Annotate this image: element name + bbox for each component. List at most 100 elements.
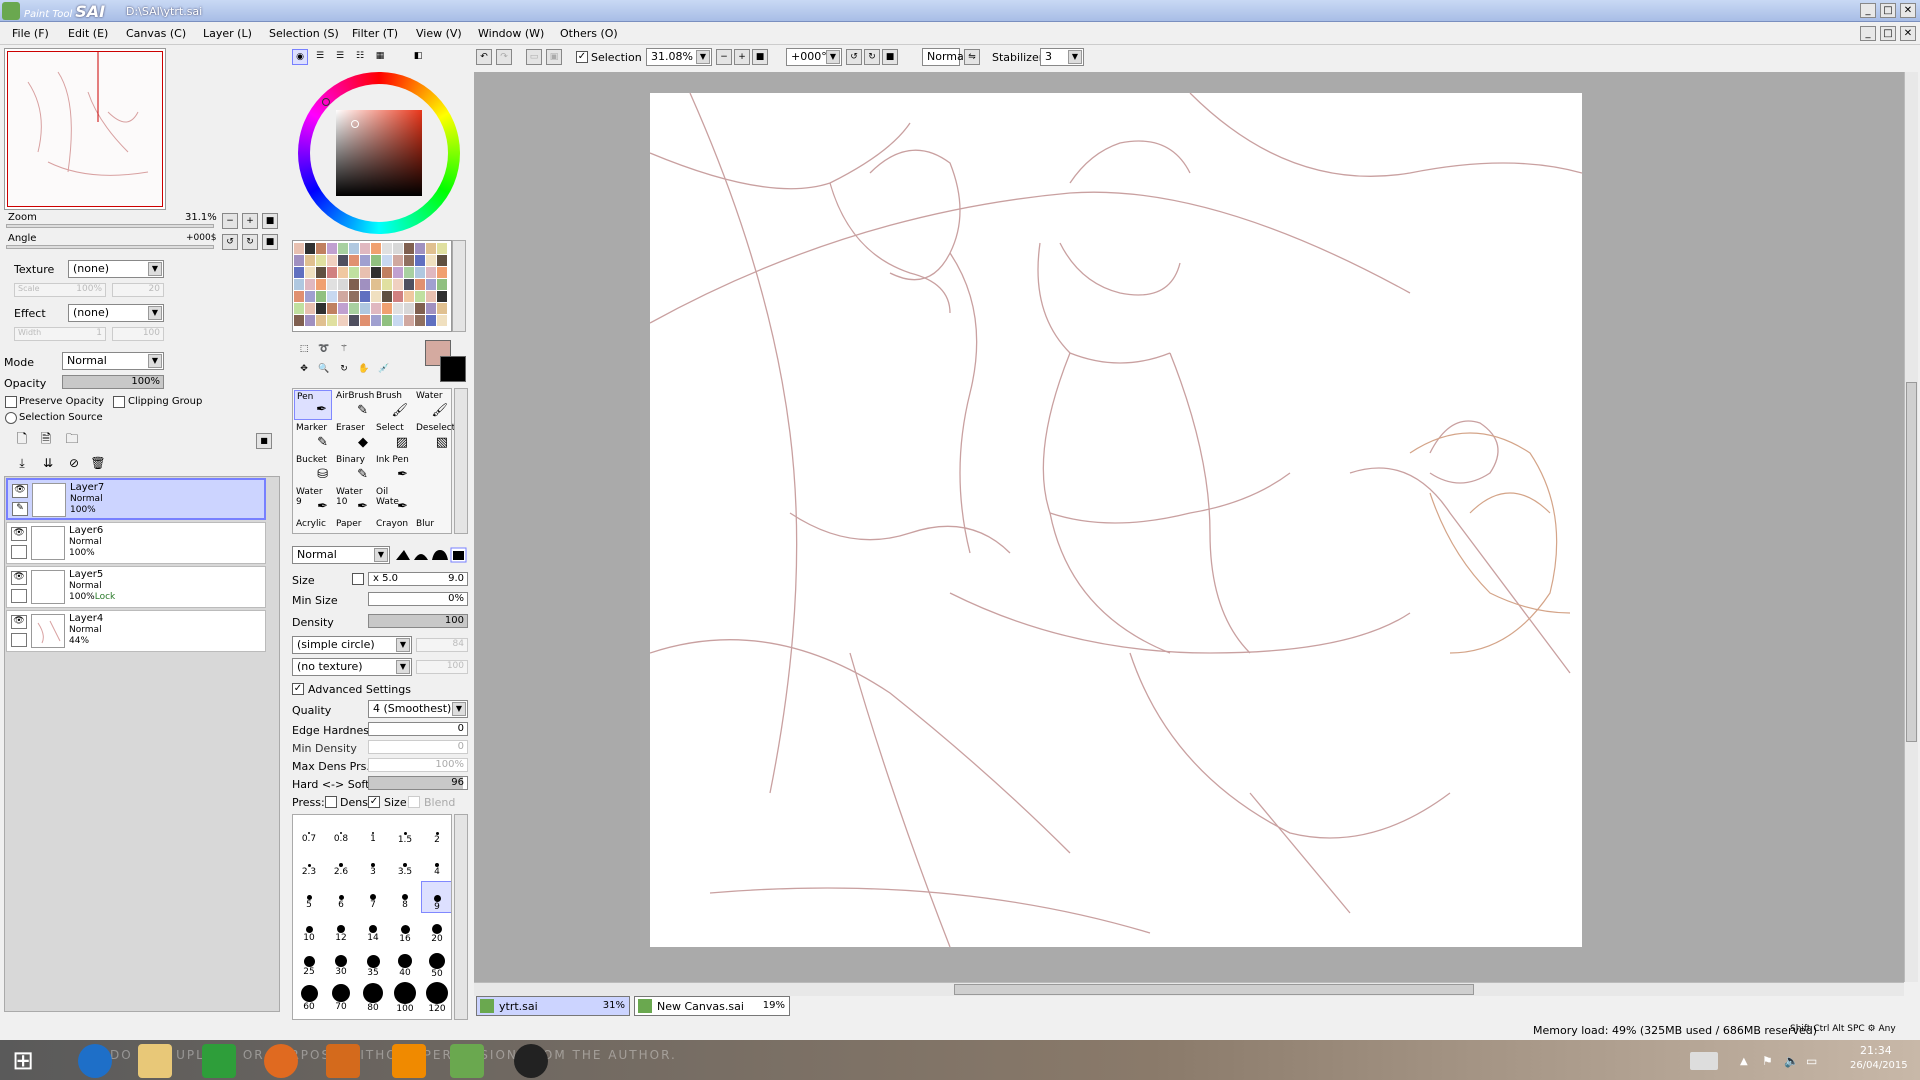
min-size-slider[interactable]: 0% bbox=[368, 592, 468, 606]
firefox-icon[interactable] bbox=[264, 1044, 298, 1078]
rotate-left-button[interactable]: ↺ bbox=[222, 234, 238, 250]
brush-size-preset[interactable]: 30 bbox=[325, 945, 357, 977]
color-swatch[interactable] bbox=[327, 279, 337, 290]
color-swatch[interactable] bbox=[371, 243, 381, 254]
color-swatch[interactable] bbox=[382, 279, 392, 290]
brush-size-preset[interactable]: 25 bbox=[293, 945, 325, 977]
edge-hardness-slider[interactable]: 0 bbox=[368, 722, 468, 736]
volume-icon[interactable]: 🔈 bbox=[1784, 1054, 1800, 1070]
deselect-button-icon[interactable]: ▭ bbox=[526, 49, 542, 65]
color-swatch[interactable] bbox=[294, 279, 304, 290]
color-swatch[interactable] bbox=[382, 243, 392, 254]
color-swatch[interactable] bbox=[294, 267, 304, 278]
view-mode-select[interactable]: Normal bbox=[922, 48, 967, 66]
min-density-slider[interactable]: 0 bbox=[368, 740, 468, 754]
angle-select[interactable]: +000° ▼ bbox=[786, 48, 842, 66]
size-lock-checkbox[interactable] bbox=[352, 573, 364, 585]
store-icon[interactable] bbox=[202, 1044, 236, 1078]
color-swatch[interactable] bbox=[305, 279, 315, 290]
color-swatch[interactable] bbox=[426, 243, 436, 254]
color-swatch[interactable] bbox=[393, 243, 403, 254]
brush-size-preset[interactable]: 4 bbox=[421, 849, 451, 881]
color-swatch[interactable] bbox=[437, 255, 447, 266]
color-swatch[interactable] bbox=[382, 255, 392, 266]
color-swatch[interactable] bbox=[305, 303, 315, 314]
color-wheel-tab-icon[interactable]: ◉ bbox=[292, 49, 308, 65]
navigator-preview[interactable] bbox=[4, 48, 166, 210]
color-swatch[interactable] bbox=[294, 291, 304, 302]
layer-row[interactable]: 👁 ✎ Layer7 Normal 100% bbox=[6, 478, 266, 520]
color-swatch[interactable] bbox=[316, 315, 326, 326]
doc-tab-new-canvas[interactable]: New Canvas.sai 19% bbox=[634, 996, 790, 1016]
tool-water-9[interactable]: Water 9 ✒ bbox=[294, 486, 332, 516]
brush-size-preset[interactable]: 2.3 bbox=[293, 849, 325, 881]
menu-edit[interactable]: Edit (E) bbox=[68, 27, 108, 40]
rotate-right-button[interactable]: ↻ bbox=[242, 234, 258, 250]
tool-brush[interactable]: Brush 🖌 bbox=[374, 390, 412, 420]
maximize-icon[interactable]: □ bbox=[1880, 3, 1896, 18]
color-swatch[interactable] bbox=[426, 279, 436, 290]
vertical-scrollbar[interactable] bbox=[1904, 72, 1918, 982]
color-swatch[interactable] bbox=[437, 291, 447, 302]
color-swatch[interactable] bbox=[426, 255, 436, 266]
color-swatch[interactable] bbox=[327, 255, 337, 266]
visibility-eye-icon[interactable]: 👁 bbox=[11, 527, 27, 541]
color-swatch[interactable] bbox=[360, 267, 370, 278]
preserve-opacity-checkbox[interactable] bbox=[5, 396, 17, 408]
advanced-settings-checkbox[interactable]: ✓ bbox=[292, 683, 304, 695]
color-swatch[interactable] bbox=[393, 291, 403, 302]
brush-size-preset[interactable]: 7 bbox=[357, 881, 389, 913]
brush-size-preset[interactable]: 1.5 bbox=[389, 817, 421, 849]
color-swatch[interactable] bbox=[393, 315, 403, 326]
hsv-slider-tab-icon[interactable]: ☰ bbox=[332, 49, 348, 65]
color-swatch[interactable] bbox=[338, 315, 348, 326]
brush-size-preset[interactable]: 60 bbox=[293, 977, 325, 1012]
visibility-eye-icon[interactable]: 👁 bbox=[11, 615, 27, 629]
color-swatch[interactable] bbox=[360, 303, 370, 314]
color-swatch[interactable] bbox=[371, 303, 381, 314]
swatch-scrollbar[interactable] bbox=[452, 240, 466, 332]
tool-oil-water[interactable]: Oil Wate ✒ bbox=[374, 486, 412, 516]
color-swatch[interactable] bbox=[382, 267, 392, 278]
tool-water-10[interactable]: Water 10 ✒ bbox=[334, 486, 372, 516]
layer-mask-icon[interactable]: ■ bbox=[256, 433, 272, 449]
brush-size-preset[interactable]: 35 bbox=[357, 945, 389, 978]
start-windows-icon[interactable]: ⊞ bbox=[6, 1044, 40, 1078]
color-swatch[interactable] bbox=[415, 279, 425, 290]
flip-view-icon[interactable]: ⇋ bbox=[964, 49, 980, 65]
network-icon[interactable]: ▭ bbox=[1806, 1054, 1822, 1070]
menu-file[interactable]: File (F) bbox=[12, 27, 49, 40]
color-swatch[interactable] bbox=[426, 303, 436, 314]
rect-select-icon[interactable]: ⬚ bbox=[296, 342, 312, 358]
horizontal-scroll-thumb[interactable] bbox=[954, 984, 1474, 995]
brush-blend-select[interactable]: Normal ▼ bbox=[292, 546, 390, 564]
brush-size-preset[interactable]: 80 bbox=[357, 977, 389, 1013]
color-swatch[interactable] bbox=[349, 267, 359, 278]
brush-size-preset[interactable]: 20 bbox=[421, 913, 451, 945]
tool-deselect[interactable]: Deselect ▧ bbox=[414, 422, 455, 452]
toolbar-rotate-right-icon[interactable]: ↻ bbox=[864, 49, 880, 65]
flag-icon[interactable]: ⚑ bbox=[1762, 1054, 1778, 1070]
color-swatch[interactable] bbox=[360, 291, 370, 302]
toolbar-zoom-in-icon[interactable]: + bbox=[734, 49, 750, 65]
color-swatch[interactable] bbox=[338, 267, 348, 278]
toolbar-rotate-left-icon[interactable]: ↺ bbox=[846, 49, 862, 65]
steam-icon[interactable] bbox=[514, 1044, 548, 1078]
vlc-icon[interactable] bbox=[392, 1044, 426, 1078]
navigator-viewport[interactable] bbox=[7, 51, 163, 207]
color-swatch[interactable] bbox=[393, 303, 403, 314]
visibility-eye-icon[interactable]: 👁 bbox=[12, 484, 28, 498]
brush-tip-shapes[interactable] bbox=[394, 546, 468, 564]
brush-size-preset[interactable]: 100 bbox=[389, 977, 421, 1014]
tool-water[interactable]: Water 🖌 bbox=[414, 390, 452, 420]
brush-size-preset[interactable]: 70 bbox=[325, 977, 357, 1012]
brush-size-preset[interactable]: 10 bbox=[293, 913, 325, 945]
color-swatch[interactable] bbox=[294, 243, 304, 254]
press-size-checkbox[interactable]: ✓ bbox=[368, 796, 380, 808]
color-swatch[interactable] bbox=[371, 315, 381, 326]
color-swatch[interactable] bbox=[316, 291, 326, 302]
brush-size-preset[interactable]: 2 bbox=[421, 817, 451, 849]
color-swatch[interactable] bbox=[415, 315, 425, 326]
zoom-slider[interactable] bbox=[6, 224, 214, 228]
color-swatch[interactable] bbox=[360, 279, 370, 290]
